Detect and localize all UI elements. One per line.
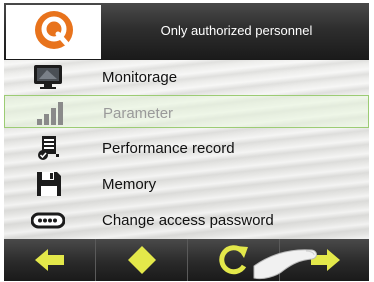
menu-item-monitorage[interactable]: Monitorage (4, 60, 369, 93)
menu-item-label: Monitorage (102, 69, 178, 86)
pointing-hand-icon (253, 249, 317, 280)
header-title: Only authorized personnel (160, 23, 313, 38)
back-button[interactable] (4, 239, 96, 281)
monitor-icon (34, 65, 62, 89)
menu-item-change-access-password[interactable]: Change access password (4, 203, 369, 236)
menu-item-label: Parameter (103, 105, 174, 122)
home-button[interactable] (96, 239, 188, 281)
q-logo-icon (35, 11, 73, 49)
menu-item-label: Performance record (102, 140, 235, 157)
menu-item-label: Change access password (102, 212, 274, 229)
report-icon (38, 136, 59, 160)
menu-item-performance-record[interactable]: Performance record (4, 131, 369, 164)
menu-item-label: Memory (102, 176, 157, 193)
menu-item-memory[interactable]: Memory (4, 167, 369, 200)
header: Only authorized personnel (4, 3, 369, 60)
menu-item-parameter[interactable]: Parameter (4, 95, 369, 128)
screen: Only authorized personnel Monitorage Par… (4, 3, 369, 281)
logo (6, 5, 101, 59)
signal-bars-icon (37, 102, 63, 125)
menu-list: Monitorage Parameter Performance record (4, 60, 369, 239)
refresh-icon (218, 245, 248, 275)
password-field-icon (31, 212, 65, 229)
floppy-disk-icon (37, 172, 61, 196)
diamond-icon (127, 246, 156, 274)
arrow-left-icon (34, 249, 64, 271)
